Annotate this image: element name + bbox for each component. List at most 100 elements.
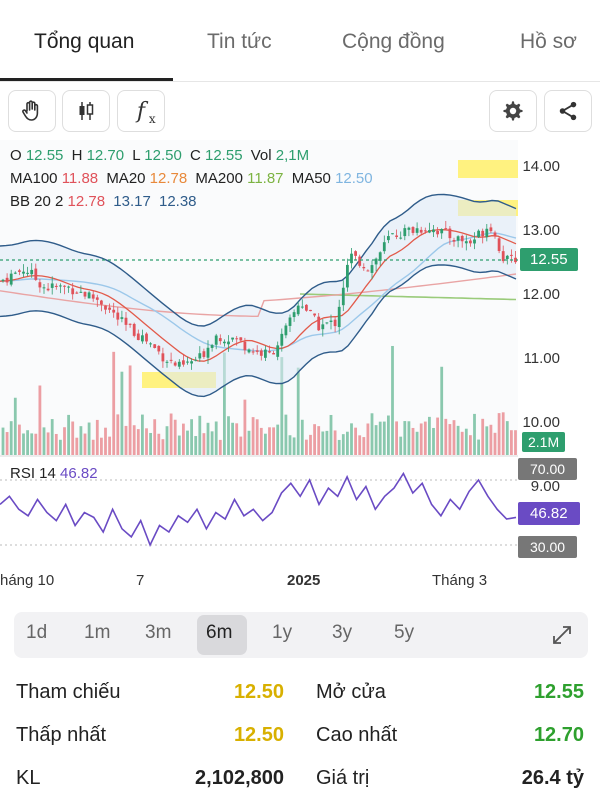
volume-bar [132, 425, 136, 455]
share-icon [557, 100, 579, 122]
volume-bar [428, 416, 431, 455]
candle-body [95, 297, 99, 300]
candle-body [341, 287, 345, 306]
candle-body [493, 232, 497, 236]
volume-bar [264, 433, 267, 455]
candle-body [264, 349, 267, 358]
volume-bar [337, 439, 341, 455]
volume-bar [288, 435, 292, 455]
candle-body [485, 228, 489, 238]
volume-bar [485, 426, 489, 455]
range-5y[interactable]: 5y [394, 622, 414, 644]
tab-overview[interactable]: Tổng quan [34, 30, 134, 54]
candle-body [444, 228, 448, 230]
tab-community[interactable]: Cộng đồng [342, 30, 445, 54]
expand-icon[interactable] [550, 623, 574, 652]
volume-bar [198, 415, 202, 455]
share-button[interactable] [544, 90, 592, 132]
candle-body [255, 350, 259, 352]
tab-profile[interactable]: Hồ sơ [520, 30, 577, 54]
candle-body [300, 306, 304, 308]
range-1y[interactable]: 1y [272, 622, 292, 644]
candle-body [374, 258, 378, 265]
candle-body [469, 240, 472, 244]
volume-bar [34, 433, 38, 455]
candle-body [177, 361, 181, 367]
candle-body [87, 292, 91, 299]
chart-settings-button[interactable] [489, 90, 537, 132]
candle-body [227, 341, 230, 345]
volume-bar [374, 425, 378, 455]
candle-body [67, 286, 70, 288]
candle-body [305, 304, 308, 311]
range-6m[interactable]: 6m [206, 622, 232, 644]
tab-news[interactable]: Tin tức [207, 30, 272, 54]
volume-bar [313, 424, 316, 455]
volume-bar [452, 420, 456, 455]
volume-bar [38, 385, 42, 455]
volume-bar [350, 423, 353, 455]
range-1m[interactable]: 1m [84, 622, 110, 644]
candle-body [169, 359, 173, 361]
volume-bar [153, 419, 157, 455]
volume-bar [157, 433, 161, 455]
range-1d[interactable]: 1d [26, 622, 47, 644]
candle-body [473, 239, 476, 244]
candle-body [235, 338, 239, 340]
volume-bar [510, 430, 513, 455]
volume-bar [325, 430, 329, 455]
volume-bar [296, 367, 300, 455]
volume-bar [469, 435, 472, 455]
volume-bar [366, 423, 370, 455]
price-chart[interactable]: O 12.55 H 12.70 L 12.50 C 12.55 Vol 2,1M… [0, 140, 600, 600]
candle-body [161, 353, 165, 362]
candle-body [50, 283, 54, 288]
indicators-button[interactable]: fx [117, 90, 165, 132]
range-3m[interactable]: 3m [145, 622, 171, 644]
candle-body [136, 333, 140, 341]
volume-bar [407, 421, 411, 455]
volume-bar [5, 432, 9, 455]
volume-bar [292, 437, 296, 455]
candle-body [313, 313, 316, 316]
candle-body [370, 265, 374, 273]
volume-tag: 2.1M [522, 432, 566, 452]
hand-tool-button[interactable] [8, 90, 56, 132]
volume-bar [497, 413, 501, 455]
candle-body [202, 351, 206, 357]
volume-bar [411, 427, 415, 455]
candle-body [337, 306, 341, 328]
candle-body [403, 228, 407, 237]
candle-body [382, 242, 386, 252]
candle-body [366, 270, 370, 272]
volume-bar [284, 414, 288, 455]
candle-body [239, 337, 243, 341]
volume-bar [128, 365, 132, 455]
high-value: 12.70 [533, 724, 584, 746]
chart-type-button[interactable] [62, 90, 110, 132]
volume-bar [399, 436, 403, 455]
candle-body [329, 320, 333, 322]
volume-bar [206, 422, 210, 455]
highlight-marker [458, 160, 518, 178]
rsi-value-tag: 46.82 [518, 502, 580, 525]
range-3y[interactable]: 3y [332, 622, 352, 644]
candle-body [497, 238, 501, 252]
volume-bar [227, 416, 230, 455]
candle-body [190, 361, 193, 364]
candle-body [223, 341, 226, 344]
volume-bar [218, 439, 222, 455]
candle-body [218, 338, 222, 342]
volume-bar [362, 437, 366, 455]
volume-bar [116, 414, 120, 455]
volume-bar [395, 421, 398, 455]
volume-bar [190, 419, 193, 455]
volume-bar [75, 437, 79, 455]
volume-bar [358, 435, 362, 455]
volume-bar [165, 426, 169, 455]
candle-body [358, 256, 362, 266]
volume-bar [59, 439, 62, 455]
volume-bar [9, 421, 13, 455]
candle-body [149, 343, 152, 345]
candle-body [141, 335, 144, 342]
